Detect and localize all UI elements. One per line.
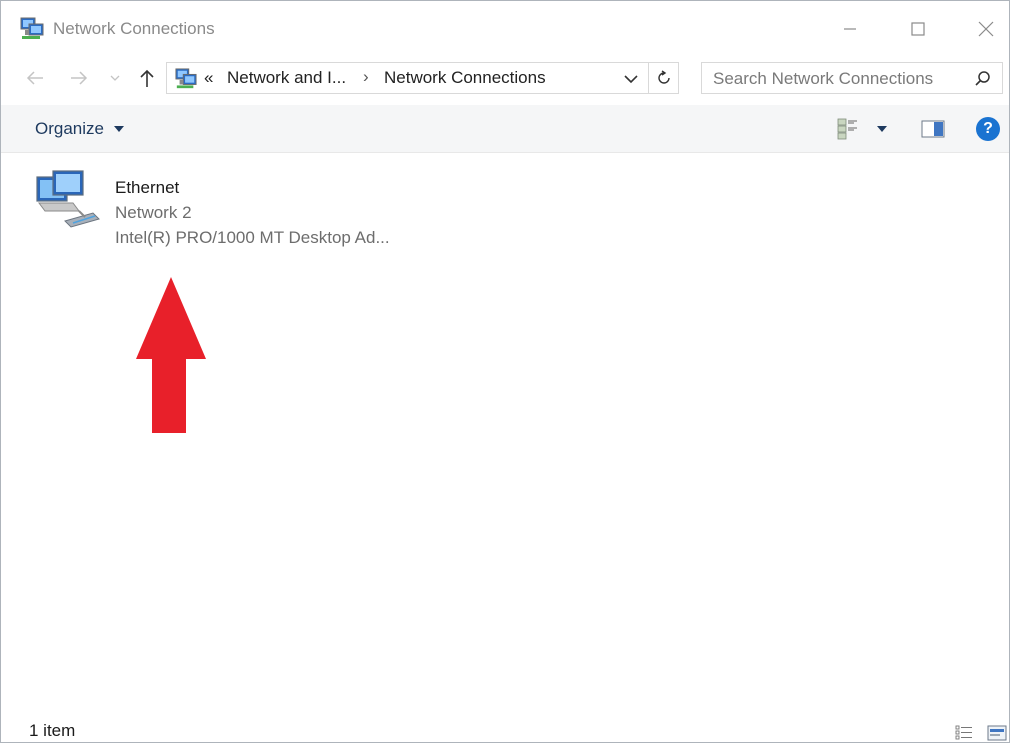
arrow-right-icon <box>71 71 88 85</box>
details-view-icon[interactable] <box>955 724 973 742</box>
refresh-icon <box>657 70 670 84</box>
caret-down-icon <box>113 126 124 132</box>
arrow-left-icon <box>26 71 43 85</box>
explorer-window: Network Connections « Network and I... ›… <box>0 0 1010 743</box>
recent-locations-button[interactable] <box>105 63 125 93</box>
search-icon[interactable] <box>974 70 992 88</box>
organize-label: Organize <box>35 119 104 138</box>
command-bar: Organize <box>1 105 1009 153</box>
search-placeholder: Search Network Connections <box>713 69 934 88</box>
window-title: Network Connections <box>53 19 215 38</box>
item-count: 1 item <box>29 721 76 740</box>
large-icons-view-icon[interactable] <box>987 724 1007 742</box>
red-arrow-up-icon <box>136 277 206 433</box>
maximize-button[interactable] <box>895 13 941 45</box>
forward-button[interactable] <box>65 63 93 93</box>
item-status: Network 2 <box>115 203 192 222</box>
item-device: Intel(R) PRO/1000 MT Desktop Ad... <box>115 228 390 247</box>
up-button[interactable] <box>133 63 161 93</box>
file-list: Ethernet Network 2 Intel(R) PRO/1000 MT … <box>1 153 1009 707</box>
breadcrumb-network-and-internet[interactable]: Network and I... <box>227 68 346 88</box>
chevron-down-icon <box>110 75 120 81</box>
arrow-up-icon <box>140 69 154 87</box>
preview-pane-icon[interactable] <box>921 120 945 138</box>
view-options-caret-icon[interactable] <box>877 126 887 132</box>
list-item[interactable]: Ethernet Network 2 Intel(R) PRO/1000 MT … <box>33 165 413 247</box>
breadcrumb-network-connections[interactable]: Network Connections <box>384 68 546 88</box>
close-icon <box>978 21 994 37</box>
search-input[interactable]: Search Network Connections <box>701 62 1003 94</box>
network-adapter-icon <box>36 170 100 228</box>
maximize-icon <box>911 22 925 36</box>
close-button[interactable] <box>963 13 1009 45</box>
address-bar[interactable]: « Network and I... › Network Connections <box>166 62 649 94</box>
back-button[interactable] <box>21 63 49 93</box>
breadcrumb-separator[interactable]: › <box>363 67 369 87</box>
minimize-icon <box>844 28 856 30</box>
network-connections-icon <box>20 17 44 39</box>
change-view-icon[interactable] <box>837 118 859 140</box>
help-icon[interactable]: ? <box>976 117 1000 141</box>
organize-button[interactable]: Organize <box>35 119 124 139</box>
network-connections-icon <box>175 68 197 89</box>
refresh-button[interactable] <box>649 62 679 94</box>
chevron-down-icon[interactable] <box>622 70 640 88</box>
item-name: Ethernet <box>115 178 180 197</box>
status-bar: 1 item <box>1 707 1009 742</box>
title-bar: Network Connections <box>1 1 1009 57</box>
minimize-button[interactable] <box>827 13 873 45</box>
breadcrumb-overflow[interactable]: « <box>204 68 213 88</box>
